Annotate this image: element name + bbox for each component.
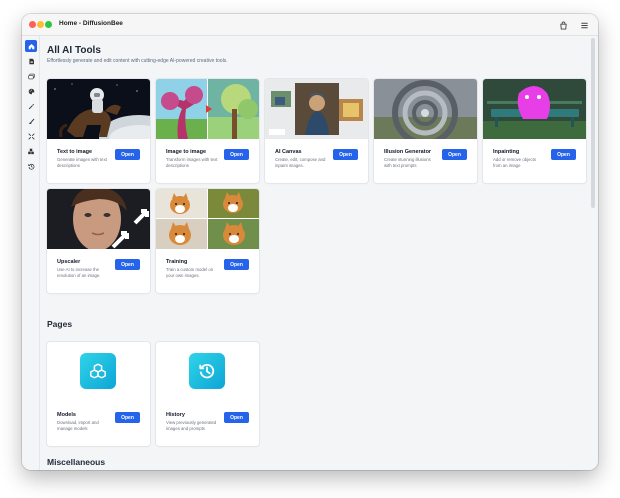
card-title: History (166, 412, 185, 418)
card-description: Create stunning illusions with text prom… (384, 157, 431, 168)
scrollbar[interactable] (591, 38, 595, 208)
open-models-button[interactable]: Open (115, 412, 140, 423)
sidebar-item-ai-canvas[interactable] (25, 85, 37, 97)
history-icon (189, 353, 225, 389)
card-description: Generate images with text descriptions (57, 157, 107, 168)
illusion-generator-preview (374, 79, 477, 139)
app-window: Home - DiffusionBee All AI Tools Effortl… (22, 14, 598, 470)
image-to-image-preview (156, 79, 259, 139)
upscaler-preview (47, 189, 150, 249)
close-window-button[interactable] (29, 21, 36, 28)
card-title: Image to image (166, 149, 207, 155)
zoom-window-button[interactable] (45, 21, 52, 28)
sidebar-item-upscaler[interactable] (25, 130, 37, 142)
tool-card-training: Training Train a custom model on your ow… (156, 189, 259, 293)
main-content: All AI Tools Effortlessly generate and e… (40, 36, 598, 470)
page-title: All AI Tools (47, 45, 101, 56)
card-description: Download, import and manage models (57, 420, 99, 431)
card-title: Text to image (57, 149, 93, 155)
card-title: Upscaler (57, 259, 81, 265)
open-text-to-image-button[interactable]: Open (115, 149, 140, 160)
palette-icon (28, 88, 34, 94)
sidebar-item-text-to-image[interactable] (25, 55, 37, 67)
tool-card-illusion-generator: Illusion Generator Create stunning illus… (374, 79, 477, 183)
house-icon (28, 43, 34, 49)
sidebar-item-home[interactable] (25, 40, 37, 52)
pages-heading: Pages (47, 319, 73, 329)
sidebar (22, 36, 40, 470)
images-icon (27, 73, 35, 79)
card-description: View previously generated images and pro… (166, 420, 217, 431)
card-title: Models (57, 412, 76, 418)
sidebar-item-inpainting[interactable] (25, 115, 37, 127)
titlebar: Home - DiffusionBee (22, 14, 598, 36)
brush-icon (28, 118, 34, 124)
card-title: Illusion Generator (384, 149, 432, 155)
ai-canvas-preview (265, 79, 368, 139)
tool-card-upscaler: Upscaler Use AI to increase the resoluti… (47, 189, 150, 293)
cubes-icon (28, 148, 34, 154)
card-title: Inpainting (493, 149, 520, 155)
cubes-icon (80, 353, 116, 389)
miscellaneous-heading: Miscellaneous (47, 457, 106, 467)
tool-card-inpainting: Inpainting Add or remove objects from an… (483, 79, 586, 183)
page-card-models: Models Download, import and manage model… (47, 342, 150, 446)
page-card-history: History View previously generated images… (156, 342, 259, 446)
open-ai-canvas-button[interactable]: Open (333, 149, 358, 160)
open-illusion-generator-button[interactable]: Open (442, 149, 467, 160)
sidebar-item-history[interactable] (25, 160, 37, 172)
expand-icon (27, 132, 35, 140)
card-description: Train a custom model on your own images. (166, 267, 214, 278)
text-to-image-preview (47, 79, 150, 139)
bag-icon[interactable] (556, 18, 570, 32)
window-title: Home - DiffusionBee (59, 20, 123, 27)
open-history-button[interactable]: Open (224, 412, 249, 423)
training-preview (156, 189, 259, 249)
open-upscaler-button[interactable]: Open (115, 259, 140, 270)
sidebar-item-image-to-image[interactable] (25, 70, 37, 82)
history-icon (27, 163, 34, 170)
card-description: Transform images with text descriptions (166, 157, 218, 168)
card-description: Use AI to increase the resolution of an … (57, 267, 101, 278)
card-description: Create, edit, compose and inpaint images… (275, 157, 326, 168)
inpainting-preview (483, 79, 586, 139)
tool-card-image-to-image: Image to image Transform images with tex… (156, 79, 259, 183)
open-inpainting-button[interactable]: Open (551, 149, 576, 160)
magic-wand-icon (28, 103, 34, 109)
card-title: Training (166, 259, 188, 265)
tool-card-ai-canvas: AI Canvas Create, edit, compose and inpa… (265, 79, 368, 183)
card-description: Add or remove objects from an image (493, 157, 536, 168)
tool-card-text-to-image: Text to image Generate images with text … (47, 79, 150, 183)
document-icon (28, 58, 34, 64)
page-subtitle: Effortlessly generate and edit content w… (47, 58, 228, 64)
sidebar-item-illusion[interactable] (25, 100, 37, 112)
card-title: AI Canvas (275, 149, 302, 155)
open-training-button[interactable]: Open (224, 259, 249, 270)
sidebar-item-models[interactable] (25, 145, 37, 157)
open-image-to-image-button[interactable]: Open (224, 149, 249, 160)
minimize-window-button[interactable] (37, 21, 44, 28)
menu-icon[interactable] (577, 18, 591, 32)
